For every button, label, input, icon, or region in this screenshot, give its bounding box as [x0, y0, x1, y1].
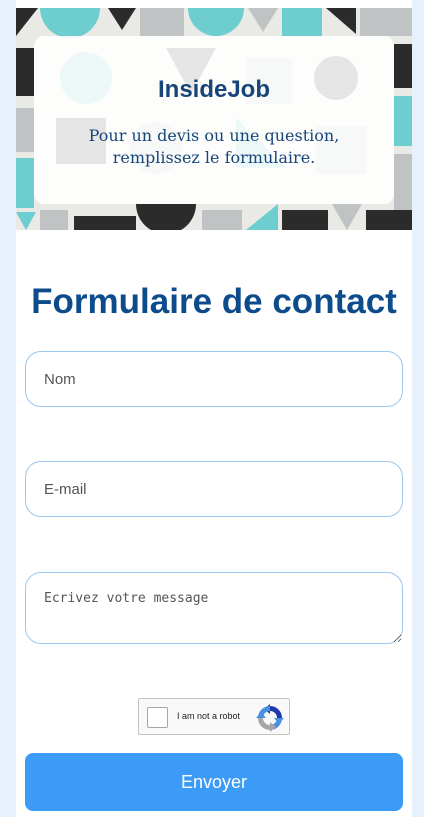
hero-banner: InsideJob Pour un devis ou une question,…	[16, 8, 412, 230]
hero-subtitle: Pour un devis ou une question, remplisse…	[88, 126, 340, 167]
brand-title: InsideJob	[157, 76, 271, 103]
email-input[interactable]	[25, 461, 403, 517]
message-textarea[interactable]	[25, 572, 403, 644]
hero-text-box: InsideJob Pour un devis ou une question,…	[34, 36, 394, 204]
submit-button[interactable]: Envoyer	[25, 753, 403, 811]
captcha-checkbox[interactable]	[147, 707, 168, 728]
recaptcha-icon	[256, 704, 284, 732]
form-title: Formulaire de contact	[31, 282, 397, 321]
contact-card: InsideJob Pour un devis ou une question,…	[16, 0, 412, 817]
name-input[interactable]	[25, 351, 403, 407]
captcha-widget: I am not a robot	[138, 698, 290, 735]
captcha-label: I am not a robot	[177, 711, 241, 721]
